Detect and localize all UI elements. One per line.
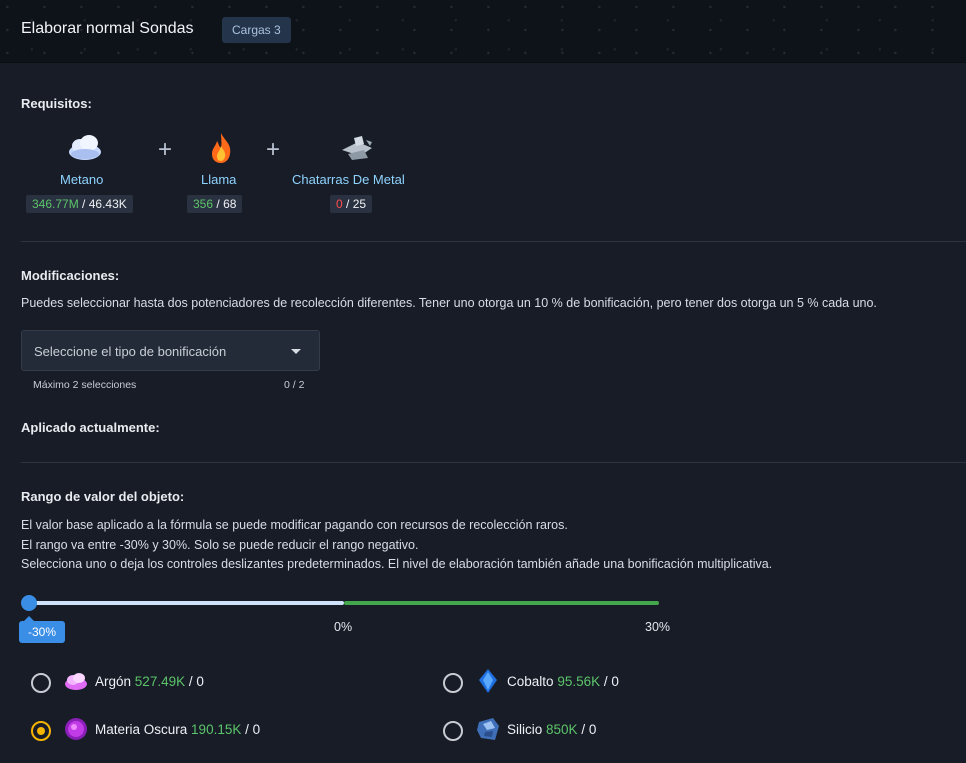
bonus-type-placeholder: Seleccione el tipo de bonificación: [34, 344, 227, 359]
resource-radio[interactable]: [443, 673, 463, 693]
requirement-have: 346.77M: [32, 197, 79, 211]
resource-label: Silicio 850K / 0: [507, 722, 596, 737]
methane-cloud-icon: [69, 135, 101, 160]
applied-title: Aplicado actualmente:: [21, 420, 160, 435]
requirement-count-chatarras: 0 / 25: [330, 195, 373, 213]
slider-tooltip: -30%: [19, 616, 65, 643]
chevron-down-icon: [291, 349, 301, 354]
silicon-rock-icon: [477, 718, 499, 740]
requirement-have: 356: [193, 197, 214, 211]
requirement-count-llama: 356 / 68: [187, 195, 243, 213]
resource-name: Cobalto: [507, 674, 554, 689]
resource-name: Silicio: [507, 722, 543, 737]
modifications-title: Modificaciones:: [21, 268, 120, 283]
resource-radio-selected[interactable]: [31, 721, 51, 741]
resource-label: Materia Oscura 190.15K / 0: [95, 722, 260, 737]
resource-label: Cobalto 95.56K / 0: [507, 674, 619, 689]
resource-separator: /: [188, 674, 193, 689]
requirements-title: Requisitos:: [21, 96, 92, 111]
resource-radio[interactable]: [443, 721, 463, 741]
plus-separator: +: [266, 136, 281, 163]
resource-label: Argón 527.49K / 0: [95, 674, 204, 689]
resource-separator: /: [245, 722, 249, 737]
scrap-metal-icon: [342, 136, 372, 160]
resource-option-cobalto[interactable]: Cobalto 95.56K / 0: [443, 668, 763, 698]
requirement-count-metano: 346.77M / 46.43K: [26, 195, 133, 213]
resource-option-argon[interactable]: Argón 527.49K / 0: [31, 668, 351, 698]
requirement-need: 68: [223, 197, 237, 211]
charges-badge: Cargas 3: [222, 17, 291, 43]
resource-cost: 0: [611, 674, 619, 689]
resource-radio[interactable]: [31, 673, 51, 693]
argon-cloud-icon: [65, 673, 87, 690]
resource-cost: 0: [252, 722, 261, 737]
slider-tick-zero: 0%: [334, 620, 353, 634]
resource-amount: 95.56K: [557, 674, 601, 689]
requirement-name-llama: Llama: [201, 172, 237, 187]
requirement-separator: /: [346, 197, 350, 211]
modifications-description: Puedes seleccionar hasta dos potenciador…: [21, 296, 877, 310]
resource-option-materia-oscura[interactable]: Materia Oscura 190.15K / 0: [31, 716, 351, 746]
page-title: Elaborar normal Sondas: [21, 20, 194, 37]
section-divider: [21, 462, 966, 463]
slider-tick-max: 30%: [645, 620, 671, 634]
range-description-line: El valor base aplicado a la fórmula se p…: [21, 518, 568, 532]
requirement-separator: /: [82, 197, 86, 211]
requirement-name-metano: Metano: [60, 172, 104, 187]
requirement-need: 46.43K: [88, 197, 127, 211]
slider-track-positive[interactable]: [344, 601, 659, 605]
range-description-line: El rango va entre -30% y 30%. Solo se pu…: [21, 538, 419, 552]
plus-separator: +: [158, 136, 173, 163]
dark-matter-orb-icon: [65, 718, 87, 740]
section-divider: [21, 241, 966, 242]
range-description-line: Selecciona uno o deja los controles desl…: [21, 557, 773, 571]
resource-name: Materia Oscura: [95, 722, 188, 737]
requirement-separator: /: [216, 197, 220, 211]
resource-cost: 0: [588, 722, 597, 737]
resource-separator: /: [581, 722, 586, 737]
resource-option-silicio[interactable]: Silicio 850K / 0: [443, 716, 763, 746]
slider-thumb[interactable]: [21, 595, 37, 611]
header-bar: Elaborar normal Sondas Cargas 3: [0, 0, 966, 63]
requirement-have: 0: [336, 197, 343, 211]
resource-amount: 527.49K: [134, 674, 186, 689]
selection-count: 0 / 2: [284, 379, 305, 391]
resource-amount: 850K: [546, 722, 578, 737]
flame-icon: [212, 133, 231, 163]
bonus-type-select[interactable]: Seleccione el tipo de bonificación: [21, 330, 320, 371]
slider-track-negative[interactable]: [29, 601, 344, 605]
resource-separator: /: [603, 674, 608, 689]
resource-name: Argón: [95, 674, 132, 689]
resource-cost: 0: [196, 674, 204, 689]
resource-amount: 190.15K: [191, 722, 242, 737]
requirement-need: 25: [352, 197, 367, 211]
range-title: Rango de valor del objeto:: [21, 489, 185, 504]
max-selections-note: Máximo 2 selecciones: [33, 379, 137, 391]
requirement-name-chatarras: Chatarras De Metal: [292, 172, 405, 187]
cobalt-crystal-icon: [479, 669, 497, 693]
